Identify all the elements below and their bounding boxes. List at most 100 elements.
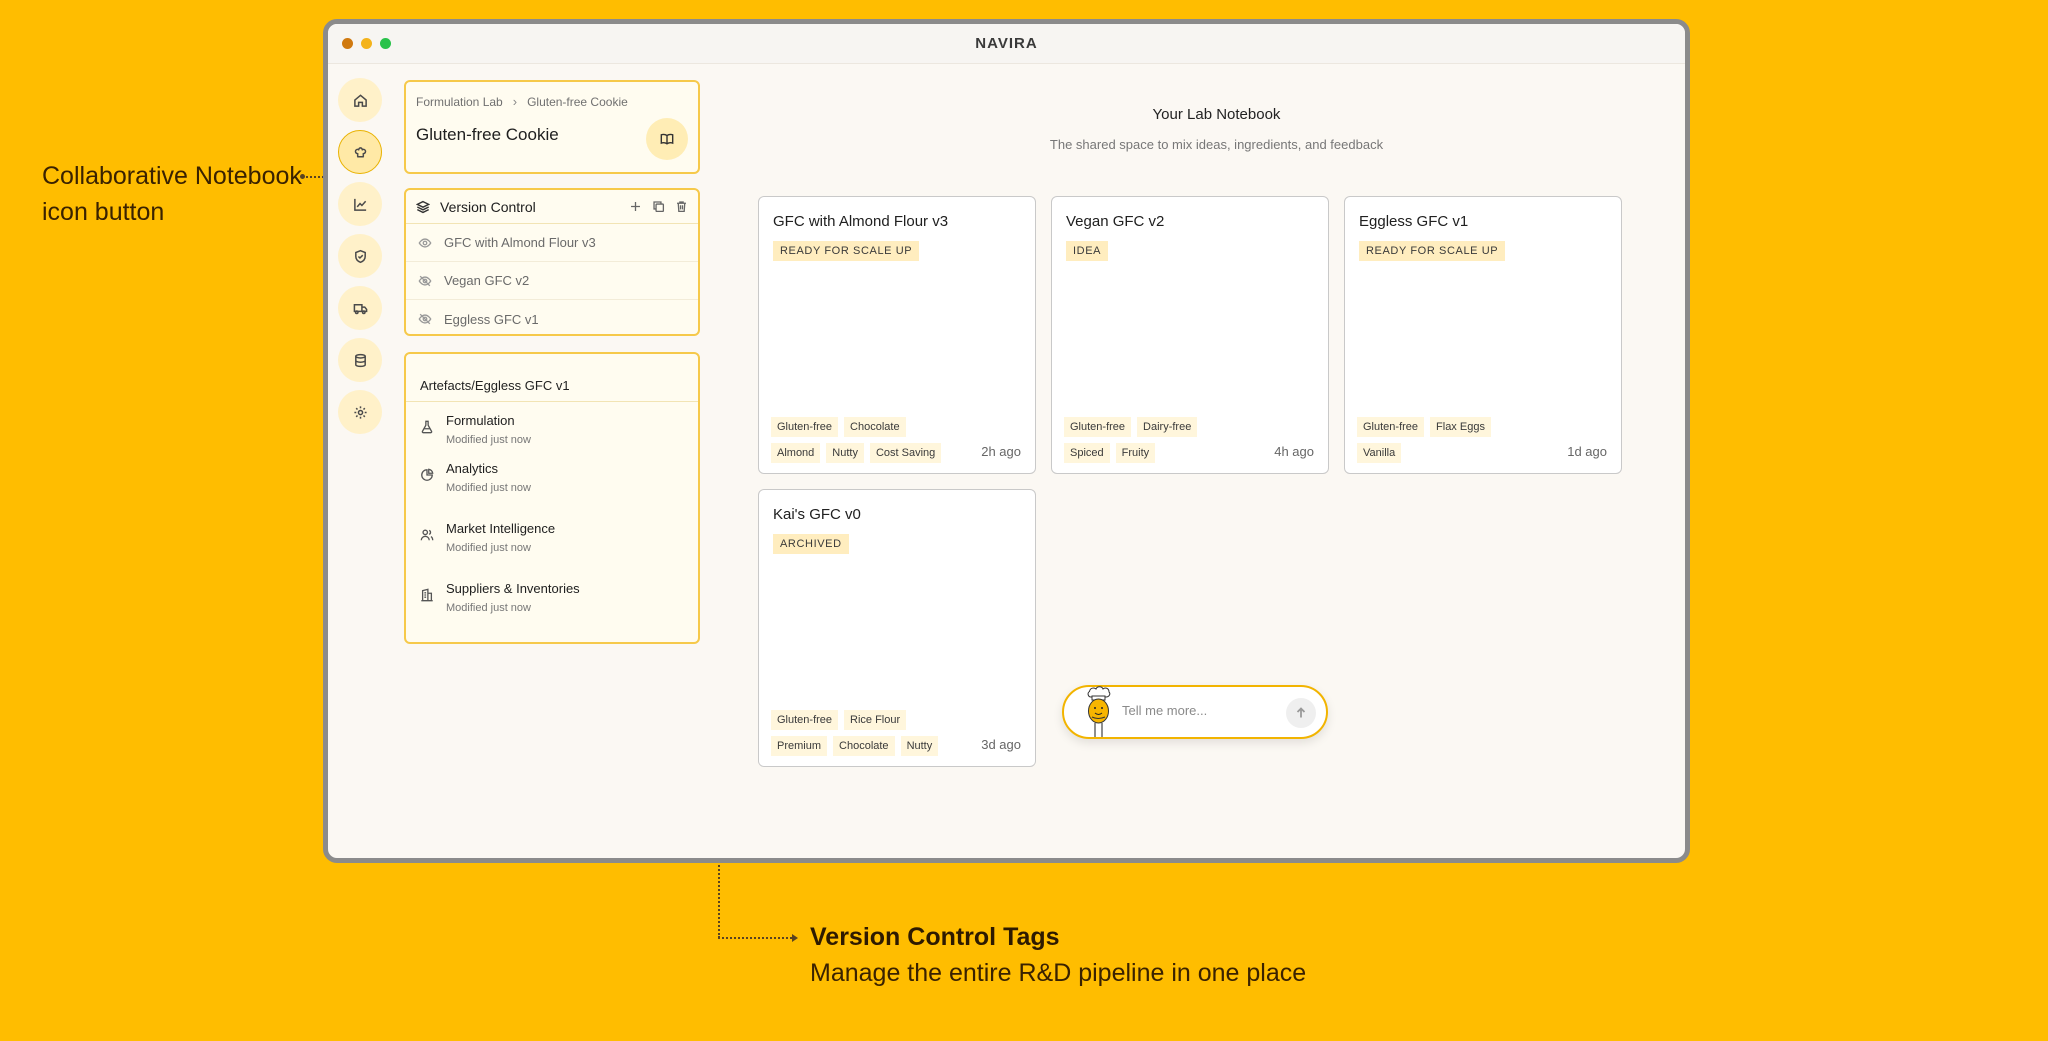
- tags-callout-title: Version Control Tags: [810, 923, 1060, 951]
- artefact-item-formulation[interactable]: Formulation Modified just now: [406, 402, 698, 450]
- artefact-modified: Modified just now: [446, 482, 531, 494]
- notebook-title: Your Lab Notebook: [1152, 106, 1281, 123]
- breadcrumb-panel: Formulation Lab › Gluten-free Cookie Glu…: [404, 80, 700, 174]
- tag: Almond: [771, 443, 821, 463]
- card-timestamp: 3d ago: [981, 737, 1021, 752]
- tag: Chocolate: [833, 736, 895, 756]
- nav-analytics-button[interactable]: [338, 182, 382, 226]
- tag: Chocolate: [844, 417, 906, 437]
- nav-rail: [338, 78, 382, 442]
- card-timestamp: 2h ago: [981, 444, 1021, 459]
- formulation-card[interactable]: Eggless GFC v1 READY FOR SCALE UP Gluten…: [1344, 196, 1622, 474]
- version-item[interactable]: GFC with Almond Flour v3: [406, 224, 698, 262]
- tags-callout-subtitle: Manage the entire R&D pipeline in one pl…: [810, 959, 1307, 987]
- tag: Dairy-free: [1137, 417, 1198, 437]
- card-title: Eggless GFC v1: [1359, 213, 1469, 230]
- duplicate-version-icon[interactable]: [652, 200, 665, 213]
- nav-settings-button[interactable]: [338, 390, 382, 434]
- artefact-name: Suppliers & Inventories: [446, 581, 580, 596]
- version-control-panel: Version Control GFC with Almond Flour v3…: [404, 188, 700, 336]
- pie-icon: [421, 468, 434, 481]
- status-badge: ARCHIVED: [773, 534, 849, 554]
- eye-off-icon[interactable]: [418, 312, 432, 326]
- version-item[interactable]: Vegan GFC v2: [406, 262, 698, 300]
- layers-icon: [416, 200, 430, 213]
- artefact-name: Market Intelligence: [446, 521, 556, 536]
- shield-icon: [354, 249, 366, 263]
- add-version-icon[interactable]: [629, 200, 642, 213]
- version-item-label: Eggless GFC v1: [444, 311, 539, 327]
- card-title: Vegan GFC v2: [1066, 213, 1165, 230]
- formulation-card[interactable]: GFC with Almond Flour v3 READY FOR SCALE…: [758, 196, 1036, 474]
- version-item[interactable]: Eggless GFC v1: [406, 300, 698, 338]
- breadcrumb-item-current[interactable]: Gluten-free Cookie: [527, 95, 628, 109]
- artefact-name: Formulation: [446, 413, 515, 428]
- tag: Gluten-free: [771, 417, 839, 437]
- card-timestamp: 1d ago: [1567, 444, 1607, 459]
- eye-icon[interactable]: [418, 236, 432, 250]
- chart-icon: [353, 198, 366, 211]
- artefact-item-suppliers[interactable]: Suppliers & Inventories Modified just no…: [406, 570, 698, 630]
- tag: Premium: [771, 736, 828, 756]
- version-control-header: Version Control: [406, 190, 698, 224]
- delete-version-icon[interactable]: [675, 200, 688, 213]
- project-title: Gluten-free Cookie: [416, 125, 559, 144]
- nav-notebook-button[interactable]: [338, 130, 382, 174]
- chef-mascot-icon: [1087, 686, 1111, 737]
- open-book-icon: [660, 133, 674, 145]
- breadcrumb: Formulation Lab › Gluten-free Cookie: [416, 94, 628, 109]
- tag: Rice Flour: [844, 710, 907, 730]
- chat-input[interactable]: [1122, 703, 1272, 718]
- tags-leader-h-bottom: [718, 937, 796, 939]
- version-control-actions: [629, 200, 688, 213]
- version-control-title: Version Control: [440, 198, 536, 215]
- formulation-card[interactable]: Kai's GFC v0 ARCHIVED Gluten-free Rice F…: [758, 489, 1036, 767]
- tags-callout: Version Control Tags Manage the entire R…: [810, 920, 1306, 992]
- gear-icon: [353, 405, 367, 419]
- tag: Gluten-free: [771, 710, 839, 730]
- card-timestamp: 4h ago: [1274, 444, 1314, 459]
- nav-home-button[interactable]: [338, 78, 382, 122]
- tag: Vanilla: [1357, 443, 1402, 463]
- flask-icon: [421, 420, 433, 434]
- title-bar: NAVIRA: [328, 24, 1685, 64]
- notebook-callout-line2: icon button: [42, 198, 165, 226]
- chef-hat-icon: [354, 146, 366, 157]
- arrow-up-icon: [1296, 707, 1306, 718]
- card-title: Kai's GFC v0: [773, 506, 861, 523]
- truck-icon: [353, 303, 367, 314]
- notebook-callout: Collaborative Notebook icon button: [42, 158, 302, 230]
- eye-off-icon[interactable]: [418, 274, 432, 288]
- artefact-item-market-intelligence[interactable]: Market Intelligence Modified just now: [406, 510, 698, 570]
- status-badge: READY FOR SCALE UP: [1359, 241, 1506, 261]
- collaborative-notebook-button[interactable]: [646, 118, 688, 160]
- nav-database-button[interactable]: [338, 338, 382, 382]
- artefacts-panel: Artefacts/Eggless GFC v1 Formulation Mod…: [404, 352, 700, 644]
- tag-list: Gluten-free Rice Flour Premium Chocolate…: [771, 710, 951, 756]
- formulation-card[interactable]: Vegan GFC v2 IDEA Gluten-free Dairy-free…: [1051, 196, 1329, 474]
- send-button[interactable]: [1286, 698, 1316, 728]
- notebook-leader-dot: [300, 174, 305, 179]
- artefact-modified: Modified just now: [446, 542, 531, 554]
- tag: Gluten-free: [1357, 417, 1425, 437]
- users-icon: [420, 529, 434, 541]
- breadcrumb-item-formulation-lab[interactable]: Formulation Lab: [416, 95, 503, 109]
- artefact-item-analytics[interactable]: Analytics Modified just now: [406, 450, 698, 510]
- nav-logistics-button[interactable]: [338, 286, 382, 330]
- home-icon: [353, 93, 367, 107]
- tags-leader-arrow: [792, 934, 798, 942]
- tag: Fruity: [1115, 443, 1156, 463]
- artefact-modified: Modified just now: [446, 434, 531, 446]
- notebook-header: Your Lab Notebook The shared space to mi…: [748, 106, 1685, 152]
- artefact-modified: Modified just now: [446, 602, 531, 614]
- tag: Cost Saving: [869, 443, 942, 463]
- building-icon: [421, 588, 433, 602]
- artefact-name: Analytics: [446, 461, 499, 476]
- nav-compliance-button[interactable]: [338, 234, 382, 278]
- notebook-subtitle: The shared space to mix ideas, ingredien…: [1049, 137, 1384, 152]
- card-title: GFC with Almond Flour v3: [773, 213, 949, 230]
- notebook-callout-line1: Collaborative Notebook: [42, 162, 302, 190]
- chevron-right-icon: ›: [512, 94, 518, 109]
- app-window: NAVIRA Formulation Lab › Gluten-free Coo…: [323, 19, 1690, 863]
- tag-list: Gluten-free Chocolate Almond Nutty Cost …: [771, 417, 951, 463]
